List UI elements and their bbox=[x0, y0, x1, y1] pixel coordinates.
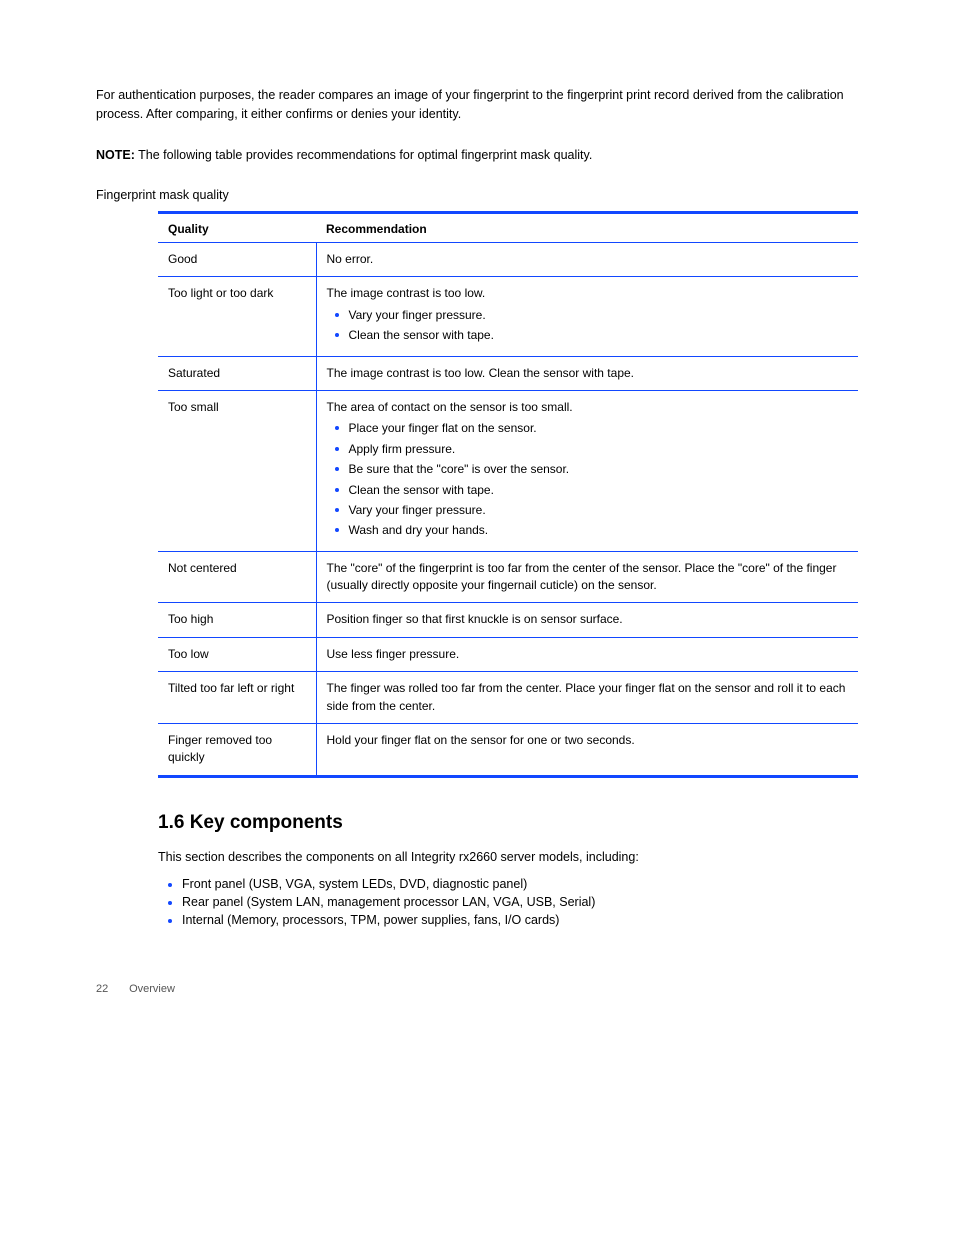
note-paragraph: NOTE: The following table provides recom… bbox=[96, 146, 858, 165]
spec-table: Quality Recommendation Good No error. To… bbox=[158, 211, 858, 778]
section-intro: This section describes the components on… bbox=[158, 848, 858, 867]
col-header-recommendation: Recommendation bbox=[316, 214, 858, 243]
recommendation-cell: The image contrast is too low. Vary your… bbox=[316, 277, 858, 356]
note-body: The following table provides recommendat… bbox=[138, 148, 592, 162]
table-row: Too low Use less finger pressure. bbox=[158, 637, 858, 671]
list-item: Clean the sensor with tape. bbox=[327, 327, 849, 344]
quality-cell: Too light or too dark bbox=[158, 277, 316, 356]
list-item: Be sure that the "core" is over the sens… bbox=[327, 461, 849, 478]
list-item: Clean the sensor with tape. bbox=[327, 482, 849, 499]
table-row: Too light or too dark The image contrast… bbox=[158, 277, 858, 356]
quality-cell: Not centered bbox=[158, 551, 316, 603]
recommendation-cell: The finger was rolled too far from the c… bbox=[316, 672, 858, 724]
table-row: Too small The area of contact on the sen… bbox=[158, 390, 858, 551]
quality-cell: Finger removed too quickly bbox=[158, 724, 316, 776]
table-row: Not centered The "core" of the fingerpri… bbox=[158, 551, 858, 603]
list-item: Wash and dry your hands. bbox=[327, 522, 849, 539]
list-item: Internal (Memory, processors, TPM, power… bbox=[158, 913, 858, 927]
recommendation-cell: The image contrast is too low. Clean the… bbox=[316, 356, 858, 390]
footer-title: Overview bbox=[129, 983, 175, 995]
note-label: NOTE: bbox=[96, 148, 135, 162]
list-item: Vary your finger pressure. bbox=[327, 307, 849, 324]
list-item: Rear panel (System LAN, management proce… bbox=[158, 895, 858, 909]
recommendation-cell: Use less finger pressure. bbox=[316, 637, 858, 671]
quality-cell: Too small bbox=[158, 390, 316, 551]
quality-cell: Tilted too far left or right bbox=[158, 672, 316, 724]
list-item: Front panel (USB, VGA, system LEDs, DVD,… bbox=[158, 877, 858, 891]
quality-cell: Saturated bbox=[158, 356, 316, 390]
table-header-row: Quality Recommendation bbox=[158, 214, 858, 243]
page-footer: 22 Overview bbox=[96, 983, 858, 995]
quality-cell: Good bbox=[158, 243, 316, 277]
list-item: Place your finger flat on the sensor. bbox=[327, 420, 849, 437]
col-header-quality: Quality bbox=[158, 214, 316, 243]
section-number: 1.6 bbox=[158, 812, 184, 833]
page-number: 22 bbox=[96, 983, 126, 995]
list-item: Vary your finger pressure. bbox=[327, 502, 849, 519]
table-row: Saturated The image contrast is too low.… bbox=[158, 356, 858, 390]
table-row: Finger removed too quickly Hold your fin… bbox=[158, 724, 858, 776]
recommendation-cell: Hold your finger flat on the sensor for … bbox=[316, 724, 858, 776]
section-heading: 1.6 Key components bbox=[158, 812, 858, 834]
table-row: Too high Position finger so that first k… bbox=[158, 603, 858, 637]
recommendation-cell: Position finger so that first knuckle is… bbox=[316, 603, 858, 637]
recommendation-cell: The "core" of the fingerprint is too far… bbox=[316, 551, 858, 603]
recommendation-cell: The area of contact on the sensor is too… bbox=[316, 390, 858, 551]
table-row: Good No error. bbox=[158, 243, 858, 277]
table-row: Tilted too far left or right The finger … bbox=[158, 672, 858, 724]
lead-paragraph: For authentication purposes, the reader … bbox=[96, 86, 858, 124]
component-list: Front panel (USB, VGA, system LEDs, DVD,… bbox=[158, 877, 858, 927]
list-item: Apply firm pressure. bbox=[327, 441, 849, 458]
recommendation-cell: No error. bbox=[316, 243, 858, 277]
quality-cell: Too high bbox=[158, 603, 316, 637]
section-title: Key components bbox=[190, 812, 343, 833]
quality-cell: Too low bbox=[158, 637, 316, 671]
table-caption: Fingerprint mask quality bbox=[96, 186, 858, 205]
